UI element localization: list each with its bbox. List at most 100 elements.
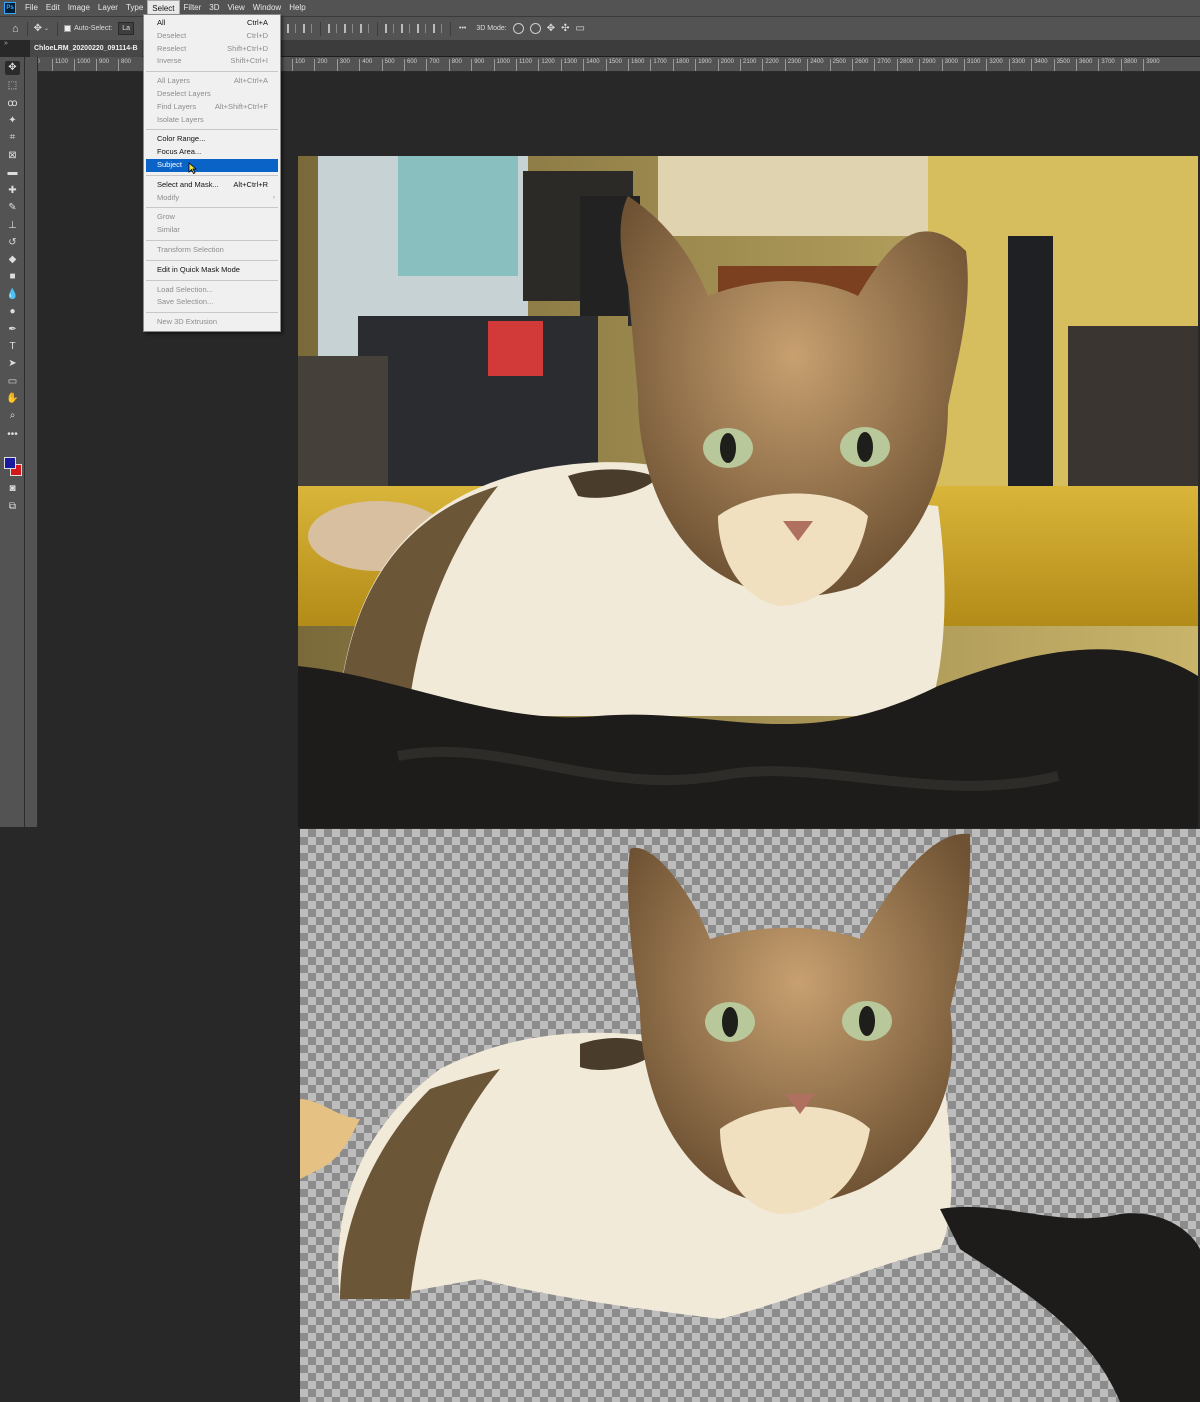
- subject-cutout[interactable]: [300, 829, 1200, 1402]
- quick-mask-icon[interactable]: ◙: [5, 482, 20, 496]
- menu-item-reselect[interactable]: Reselect Shift+Ctrl+D: [144, 43, 280, 56]
- ruler-tick-label: 3300: [1008, 59, 1025, 71]
- menu-image[interactable]: Image: [64, 0, 94, 16]
- menu-item-label: All: [157, 18, 166, 27]
- distribute-center-icon[interactable]: [401, 24, 411, 33]
- lasso-tool-icon[interactable]: ꝏ: [5, 97, 20, 111]
- align-bottom-icon[interactable]: [360, 24, 370, 33]
- shortcut-label: Shift+Ctrl+I: [230, 56, 268, 66]
- ruler-tick-label: 2800: [896, 59, 913, 71]
- menu-item-label: Modify: [157, 192, 180, 202]
- ruler-tick-label: 3900: [1143, 59, 1160, 71]
- menu-item-color-range[interactable]: Color Range...: [144, 133, 280, 146]
- shortcut-label: Alt+Shift+Ctrl+F: [214, 101, 268, 111]
- foreground-color-swatch[interactable]: [4, 457, 16, 469]
- gradient-tool-icon[interactable]: ■: [5, 270, 20, 284]
- align-top-icon[interactable]: [328, 24, 338, 33]
- menu-item-transform-selection[interactable]: Transform Selection: [144, 244, 280, 257]
- menu-item-modify[interactable]: Modify ›: [144, 192, 280, 205]
- distribute-spacing-icon[interactable]: [433, 24, 443, 33]
- ruler-tick-label: 2500: [829, 59, 846, 71]
- healing-brush-icon[interactable]: ✚: [5, 184, 20, 198]
- move-tool-icon[interactable]: ✥: [5, 61, 20, 75]
- distribute-left-icon[interactable]: [385, 24, 395, 33]
- pen-tool-icon[interactable]: ✒: [5, 323, 20, 337]
- menu-item-label: Edit in Quick Mask Mode: [157, 264, 240, 274]
- align-right-icon[interactable]: [303, 24, 313, 33]
- zoom-tool-icon[interactable]: ⌕: [5, 409, 20, 423]
- more-tools-icon[interactable]: •••: [5, 428, 20, 442]
- menu-item-all-layers[interactable]: All Layers Alt+Ctrl+A: [144, 75, 280, 88]
- ruler-tick-label: 1400: [583, 59, 600, 71]
- dodge-tool-icon[interactable]: ●: [5, 305, 20, 319]
- menu-item-deselect-layers[interactable]: Deselect Layers: [144, 88, 280, 101]
- menu-file[interactable]: File: [21, 0, 42, 16]
- menu-item-subject[interactable]: Subject: [146, 158, 278, 174]
- photoshop-logo-icon[interactable]: Ps: [4, 2, 16, 14]
- ruler-tick-label: 700: [426, 59, 439, 71]
- divider: [450, 21, 452, 36]
- menu-layer[interactable]: Layer: [94, 0, 122, 16]
- menu-edit[interactable]: Edit: [42, 0, 64, 16]
- chevron-down-icon[interactable]: ⌄: [44, 21, 49, 37]
- orbit-3d-icon[interactable]: [512, 23, 524, 34]
- align-center-icon[interactable]: [287, 24, 297, 33]
- shortcut-label: Ctrl+D: [246, 30, 268, 40]
- history-brush-icon[interactable]: ↺: [5, 236, 20, 250]
- path-selection-icon[interactable]: ➤: [5, 357, 20, 371]
- menu-item-label: Load Selection...: [157, 284, 213, 294]
- shortcut-label: Alt+Ctrl+R: [233, 179, 268, 189]
- ruler-tick-label: 2100: [740, 59, 756, 71]
- roll-3d-icon[interactable]: [529, 23, 541, 34]
- menu-item-save-selection[interactable]: Save Selection...: [144, 296, 280, 309]
- ruler-tick-label: 3700: [1098, 59, 1115, 71]
- menu-item-isolate-layers[interactable]: Isolate Layers: [144, 114, 280, 127]
- menu-item-new-3d-extrusion[interactable]: New 3D Extrusion: [144, 316, 280, 329]
- home-icon[interactable]: ⌂: [12, 21, 19, 37]
- menu-item-deselect[interactable]: Deselect Ctrl+D: [144, 30, 280, 43]
- scale-3d-icon[interactable]: ▭: [576, 21, 585, 37]
- checkbox-icon[interactable]: [64, 25, 72, 32]
- magic-wand-icon[interactable]: ✦: [5, 114, 20, 128]
- frame-tool-icon[interactable]: ⊠: [5, 149, 20, 163]
- screen-mode-icon[interactable]: ⧉: [5, 500, 20, 514]
- menu-item-select-and-mask[interactable]: Select and Mask... Alt+Ctrl+R: [144, 179, 280, 192]
- distribute-right-icon[interactable]: [417, 24, 427, 33]
- menu-item-grow[interactable]: Grow: [144, 211, 280, 224]
- clone-stamp-icon[interactable]: ⊥: [5, 219, 20, 233]
- menu-item-label: Focus Area...: [157, 147, 202, 157]
- menu-item-focus-area[interactable]: Focus Area...: [144, 146, 280, 159]
- ruler-tick-label: 1500: [605, 59, 622, 71]
- document-tab[interactable]: ChloeLRM_20200220_091114-B: [30, 40, 142, 57]
- align-middle-icon[interactable]: [344, 24, 354, 33]
- layer-dropdown[interactable]: La: [118, 22, 135, 35]
- slide-3d-icon[interactable]: ✣: [561, 21, 569, 37]
- ruler-tick-label: 1800: [672, 59, 689, 71]
- hand-tool-icon[interactable]: ✋: [5, 392, 20, 406]
- divider: [26, 21, 28, 36]
- ruler-tick-label: 800: [448, 59, 462, 71]
- collapse-panel-icon[interactable]: »: [4, 40, 8, 47]
- original-photo[interactable]: [298, 156, 1198, 828]
- menu-item-inverse[interactable]: Inverse Shift+Ctrl+I: [144, 55, 280, 68]
- auto-select-checkbox[interactable]: Auto-Select:: [64, 21, 112, 37]
- pan-3d-icon[interactable]: ✥: [547, 21, 555, 37]
- eraser-tool-icon[interactable]: ◆: [5, 253, 20, 267]
- menu-item-label: Deselect Layers: [157, 88, 211, 98]
- ruler-tick-label: 400: [359, 59, 372, 71]
- menu-item-similar[interactable]: Similar: [144, 224, 280, 237]
- marquee-tool-icon[interactable]: ⬚: [5, 79, 20, 93]
- blur-tool-icon[interactable]: 💧: [5, 288, 20, 302]
- type-tool-icon[interactable]: T: [5, 340, 20, 354]
- move-tool-icon[interactable]: ✥: [34, 21, 42, 37]
- more-options-button[interactable]: •••: [459, 21, 466, 37]
- rectangle-tool-icon[interactable]: ▭: [5, 375, 20, 389]
- menu-help[interactable]: Help: [285, 0, 309, 16]
- menu-item-find-layers[interactable]: Find Layers Alt+Shift+Ctrl+F: [144, 101, 280, 114]
- menu-item-quick-mask[interactable]: Edit in Quick Mask Mode: [144, 264, 280, 277]
- menu-item-all[interactable]: All Ctrl+A: [144, 17, 280, 30]
- eyedropper-icon[interactable]: ▬: [5, 166, 20, 180]
- menu-item-load-selection[interactable]: Load Selection...: [144, 284, 280, 297]
- brush-tool-icon[interactable]: ✎: [5, 201, 20, 215]
- crop-tool-icon[interactable]: ⌗: [5, 131, 20, 145]
